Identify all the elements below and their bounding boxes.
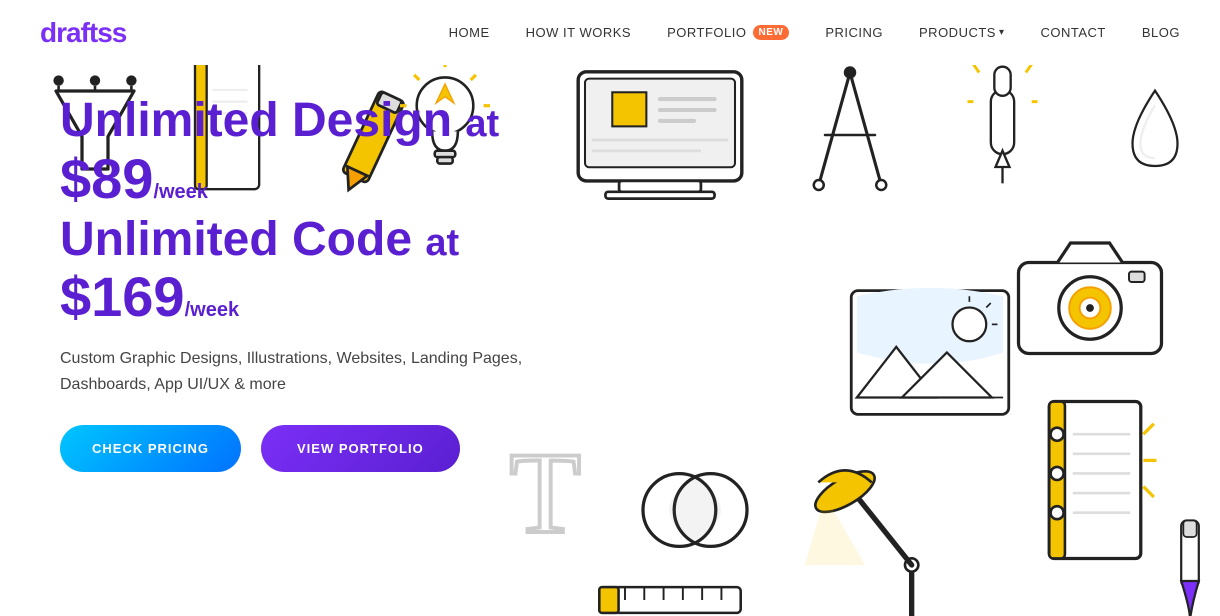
nav-item-how-it-works[interactable]: HOW IT WORKS — [526, 24, 631, 42]
nav-item-portfolio[interactable]: PORTFOLIO NEW — [667, 25, 789, 40]
hero-text-block: Unlimited Design at $89/week Unlimited C… — [60, 95, 640, 472]
brush-icon — [1150, 515, 1220, 616]
chevron-down-icon: ▾ — [999, 27, 1005, 38]
camera-icon — [1010, 230, 1170, 360]
venn-diagram-icon — [630, 445, 760, 575]
notebook-icon — [1030, 395, 1160, 565]
nav-item-products[interactable]: PRODUCTS ▾ — [919, 25, 1004, 40]
pen-tool-icon — [960, 65, 1045, 195]
navbar: draftss HOME HOW IT WORKS PORTFOLIO NEW … — [0, 0, 1220, 65]
nav-item-pricing[interactable]: PRICING — [825, 24, 883, 42]
nav-item-contact[interactable]: CONTACT — [1041, 24, 1106, 42]
logo[interactable]: draftss — [40, 17, 126, 49]
hero-heading-design: Unlimited Design at $89/week — [60, 95, 640, 210]
hero-subtitle: Custom Graphic Designs, Illustrations, W… — [60, 346, 560, 397]
desk-lamp-icon — [800, 405, 1010, 616]
hero-buttons: CHECK PRICING VIEW PORTFOLIO — [60, 425, 640, 472]
check-pricing-button[interactable]: CHECK PRICING — [60, 425, 241, 472]
water-drop-icon — [1120, 85, 1190, 175]
nav-item-blog[interactable]: BLOG — [1142, 24, 1180, 42]
ruler-pencil-icon — [590, 555, 750, 616]
compass-icon — [790, 65, 910, 210]
hero-heading-code: Unlimited Code at $169/week — [60, 214, 640, 329]
photo-frame-icon — [840, 285, 1020, 420]
new-badge: NEW — [753, 25, 790, 40]
view-portfolio-button[interactable]: VIEW PORTFOLIO — [261, 425, 460, 472]
nav-item-home[interactable]: HOME — [449, 24, 490, 42]
hero-section: T — [0, 65, 1220, 616]
